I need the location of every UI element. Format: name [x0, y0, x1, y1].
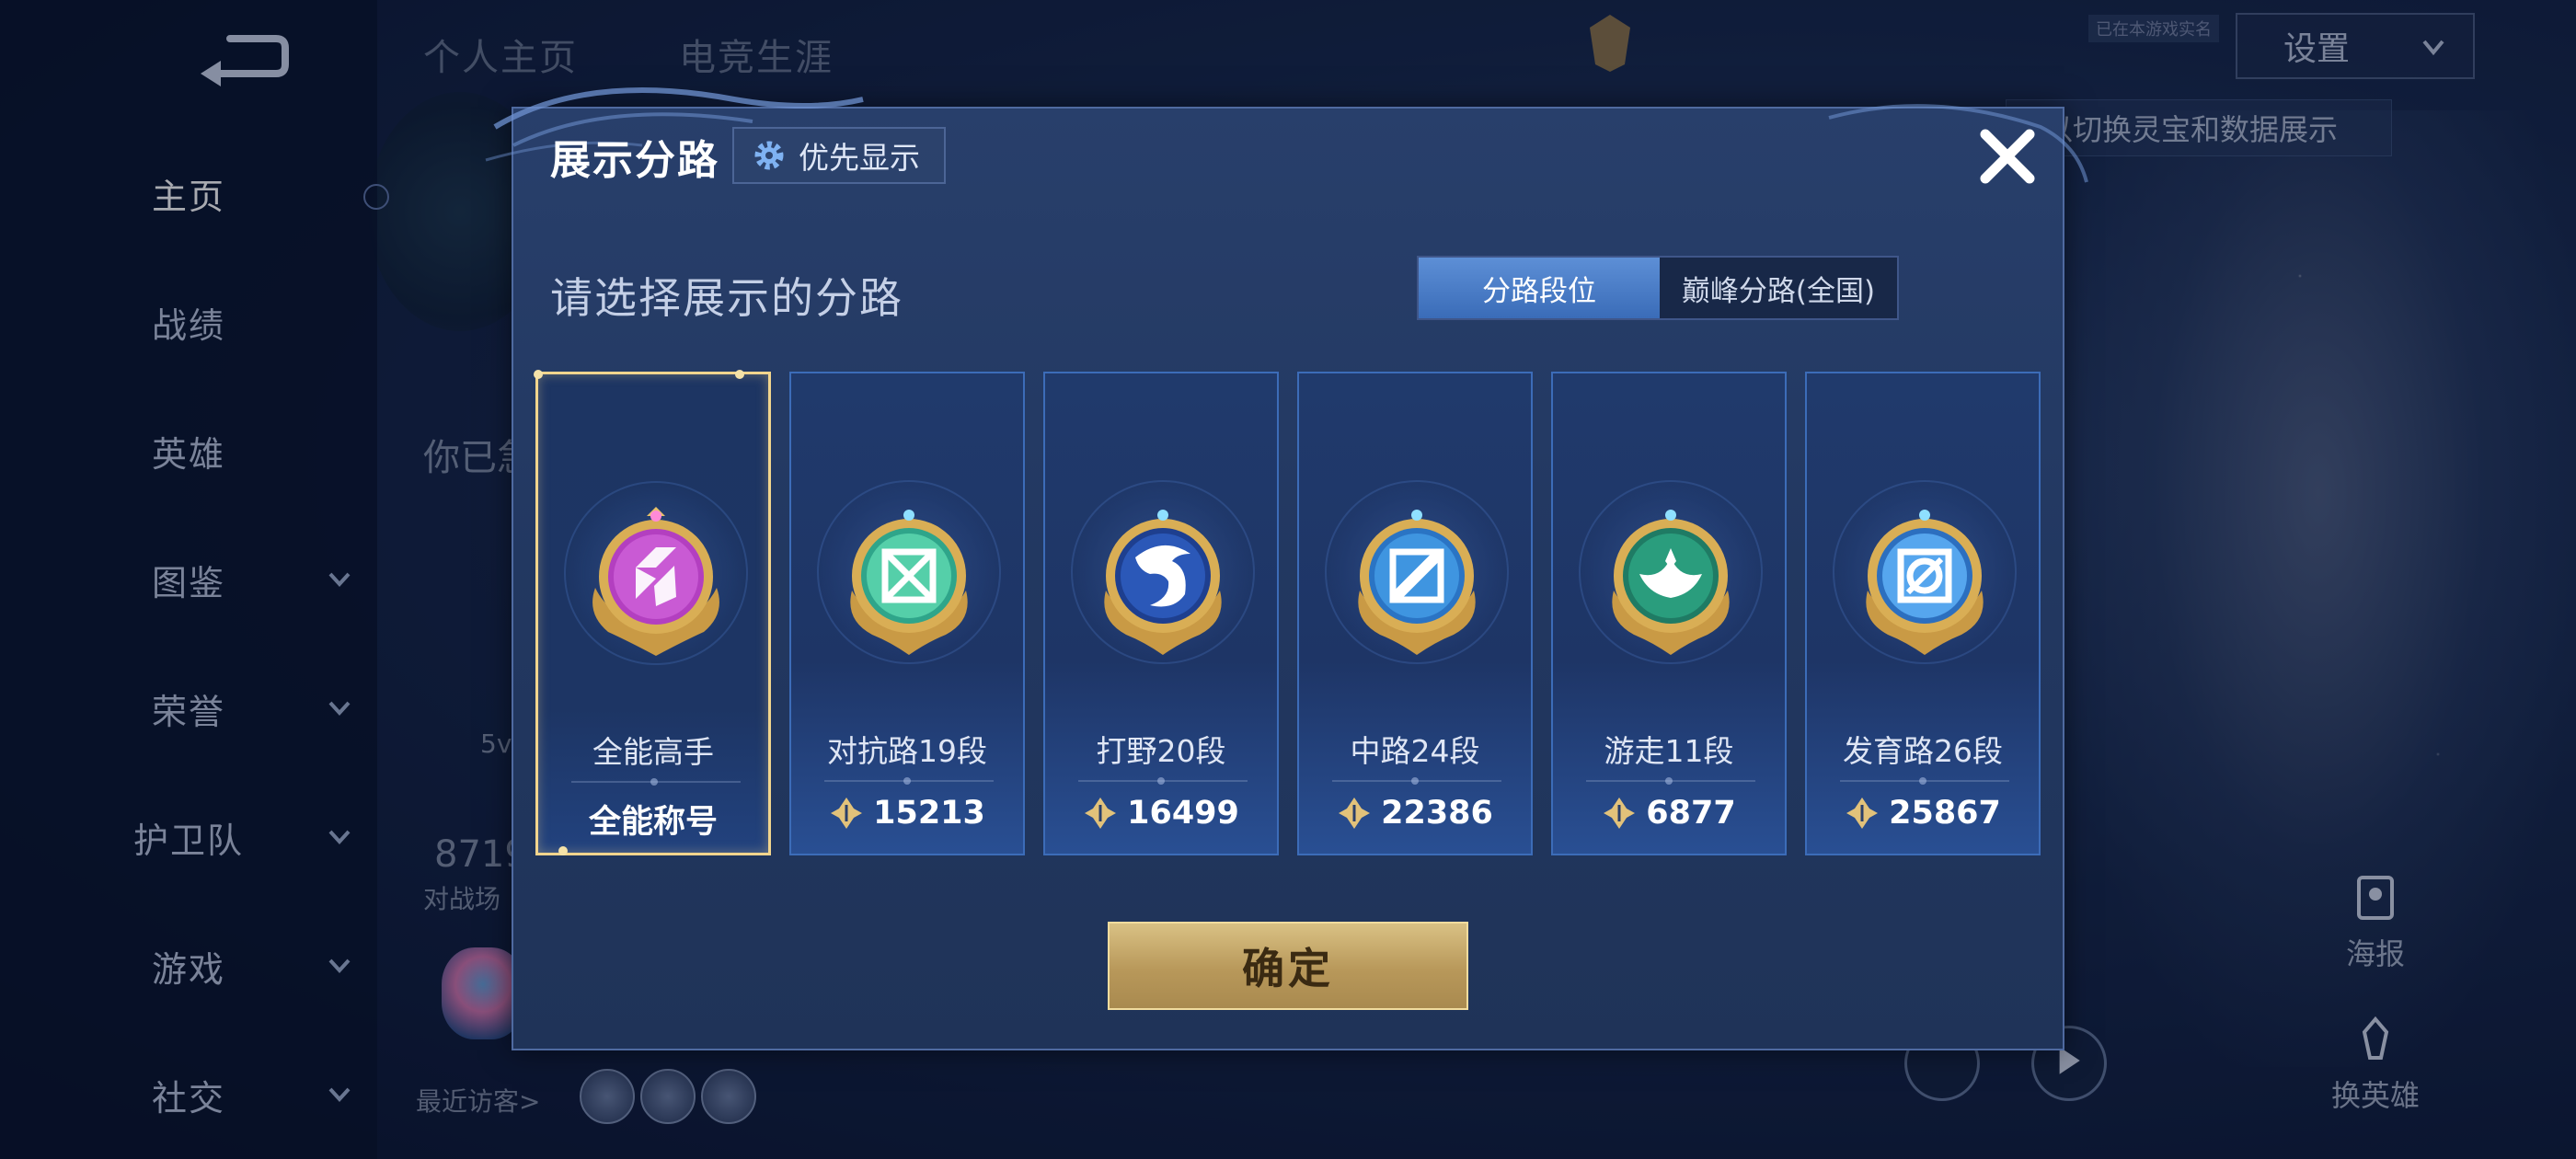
lane-card-list: 全能高手 全能称号 对抗路19段 15213 打野20段 16499 中路24段…	[534, 370, 2044, 855]
lane-card-divider	[1586, 777, 1755, 785]
peak-score-icon	[1085, 798, 1117, 829]
clash-lane-emblem-icon	[850, 510, 968, 655]
tab-lane-rank-label: 分路段位	[1482, 274, 1596, 308]
lane-card-score: 16499	[1127, 795, 1239, 832]
selection-corner-dot	[558, 846, 568, 855]
tab-peak-lane-national[interactable]: 巅峰分路(全国)	[1660, 258, 1897, 318]
lane-card-value: 全能称号	[538, 796, 768, 843]
lane-card-score: 25867	[1889, 795, 2001, 832]
lane-card-roam[interactable]: 游走11段 6877	[1551, 372, 1787, 855]
priority-display-button[interactable]: 优先显示	[732, 127, 946, 184]
lane-card-value: 25867	[1807, 795, 2039, 832]
ranking-type-toggle: 分路段位 巅峰分路(全国)	[1417, 256, 1899, 320]
priority-display-label: 优先显示	[799, 140, 920, 176]
lane-card-jungle[interactable]: 打野20段 16499	[1043, 372, 1279, 855]
lane-display-modal: 展示分路 优先显示 请选择展示的分路 分路段位 巅峰分路(全国) 全能高手 全能…	[485, 87, 2088, 1050]
lane-card-value: 16499	[1045, 795, 1277, 832]
mid-lane-emblem-icon	[1358, 510, 1476, 655]
selection-corner-dot	[534, 370, 543, 379]
jungle-dragon-emblem-icon	[1104, 510, 1222, 655]
lane-card-title-tag: 全能称号	[588, 804, 718, 841]
lane-card-divider	[824, 777, 994, 785]
lane-card-divider	[1078, 777, 1248, 785]
modal-swirl-decoration-right	[1828, 104, 2088, 183]
lane-card-name: 打野20段	[1096, 733, 1226, 769]
roam-wings-emblem-icon	[1612, 510, 1730, 655]
tab-lane-rank[interactable]: 分路段位	[1419, 258, 1660, 318]
gear-icon	[754, 141, 784, 170]
farm-lane-emblem-icon	[1866, 510, 1984, 655]
selection-corner-dot	[735, 370, 744, 379]
tab-peak-lane-national-label: 巅峰分路(全国)	[1681, 274, 1876, 308]
lane-card-name: 游走11段	[1604, 733, 1734, 769]
peak-score-icon	[1846, 798, 1879, 829]
lane-card-divider	[571, 778, 741, 786]
all-round-emblem-icon	[592, 507, 719, 656]
lane-card-value: 22386	[1299, 795, 1531, 832]
lane-card-name: 对抗路19段	[827, 733, 987, 769]
lane-card-score: 22386	[1381, 795, 1493, 832]
lane-card-score: 15213	[873, 795, 985, 832]
lane-card-clash[interactable]: 对抗路19段 15213	[789, 372, 1025, 855]
confirm-button[interactable]: 确定	[1108, 922, 1468, 1010]
lane-card-farm[interactable]: 发育路26段 25867	[1805, 372, 2041, 855]
close-button[interactable]	[1971, 120, 2044, 193]
lane-card-value: 15213	[791, 795, 1023, 832]
game-screen: { "background": { "top_tabs": ["个人主页", "…	[0, 0, 2576, 1159]
peak-score-icon	[831, 798, 863, 829]
confirm-label: 确定	[1242, 944, 1334, 993]
lane-card-name: 发育路26段	[1843, 733, 2003, 769]
peak-score-icon	[1339, 798, 1371, 829]
lane-card-mid[interactable]: 中路24段 22386	[1297, 372, 1533, 855]
lane-card-name: 中路24段	[1350, 733, 1480, 769]
lane-card-divider	[1840, 777, 2009, 785]
modal-subtitle: 请选择展示的分路	[550, 273, 903, 323]
lane-card-divider	[1332, 777, 1501, 785]
close-icon	[1980, 129, 2035, 184]
peak-score-icon	[1604, 798, 1636, 829]
lane-card-all-round[interactable]: 全能高手 全能称号	[534, 370, 771, 855]
modal-title: 展示分路	[550, 137, 719, 184]
lane-card-value: 6877	[1553, 795, 1785, 832]
lane-card-score: 6877	[1646, 795, 1736, 832]
lane-card-name: 全能高手	[592, 734, 714, 770]
